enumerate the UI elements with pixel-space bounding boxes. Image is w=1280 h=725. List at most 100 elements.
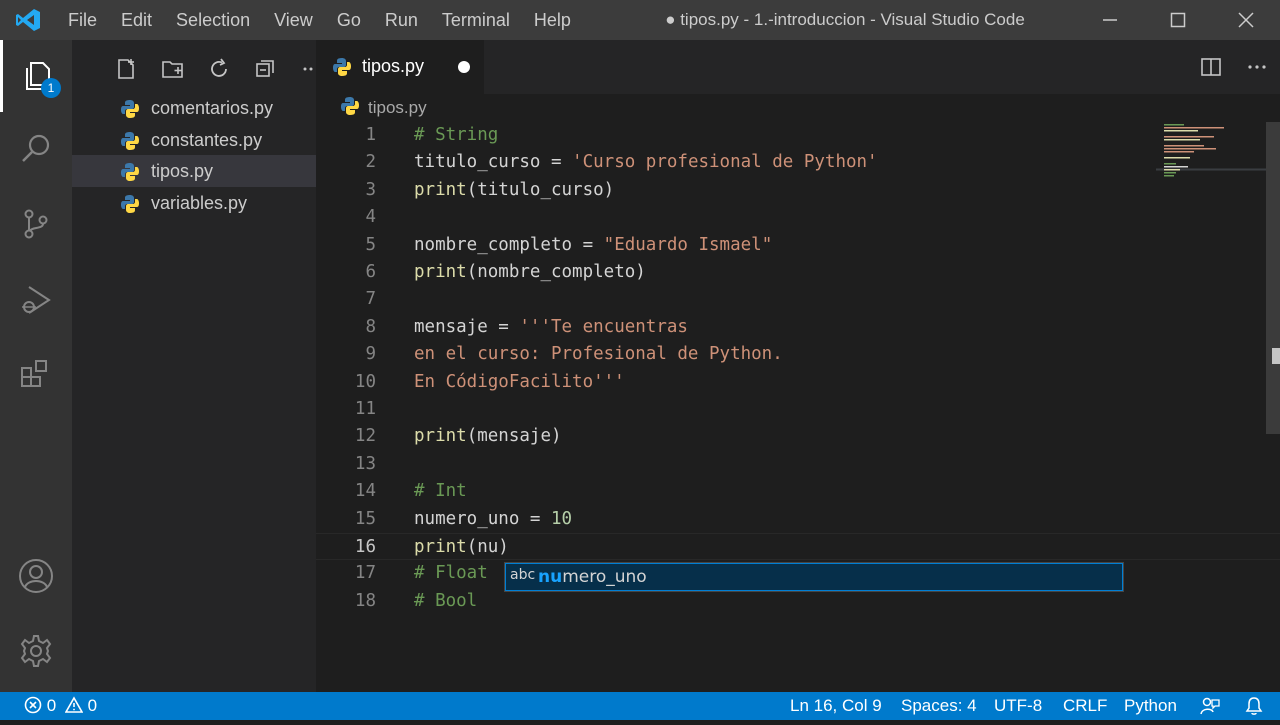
line-number: 6: [365, 262, 376, 282]
code-line[interactable]: 4: [316, 204, 1280, 231]
accounts-icon[interactable]: [0, 540, 72, 612]
menu-selection[interactable]: Selection: [164, 10, 262, 31]
settings-gear-icon[interactable]: [0, 615, 72, 687]
code-token: =: [519, 508, 551, 529]
code-line[interactable]: 15 numero_uno = 10: [316, 506, 1280, 533]
breadcrumb-python-icon: [340, 96, 360, 121]
line-text: numero_uno = 10: [414, 506, 572, 533]
line-text: en el curso: Profesional de Python.: [414, 341, 783, 368]
code-line[interactable]: 1 # String: [316, 122, 1280, 149]
code-line[interactable]: 5 nombre_completo = "Eduardo Ismael": [316, 232, 1280, 259]
code-token: =: [487, 316, 520, 337]
feedback-icon[interactable]: [1200, 696, 1220, 716]
code-line[interactable]: 2 titulo_curso = 'Curso profesional de Py…: [316, 149, 1280, 176]
line-text: nombre_completo = "Eduardo Ismael": [414, 232, 772, 259]
refresh-icon[interactable]: [204, 54, 234, 84]
code-line[interactable]: 3 print(titulo_curso): [316, 177, 1280, 204]
activity-bar: 1: [0, 40, 72, 692]
menu-file[interactable]: File: [56, 10, 109, 31]
tab-label: tipos.py: [362, 56, 425, 76]
vertical-scrollbar[interactable]: [1266, 122, 1280, 692]
explorer-file-name: variables.py: [151, 192, 248, 213]
notifications-bell-icon[interactable]: [1244, 696, 1264, 716]
problems-status[interactable]: 0 0: [24, 692, 97, 720]
collapse-all-icon[interactable]: [250, 54, 280, 84]
menu-edit[interactable]: Edit: [109, 10, 164, 31]
code-token: # Float: [414, 563, 488, 584]
line-text: print(nombre_completo): [414, 259, 646, 286]
explorer-file-item[interactable]: constantes.py: [72, 124, 316, 156]
menu-terminal[interactable]: Terminal: [430, 10, 522, 31]
minimize-button[interactable]: [1076, 0, 1144, 40]
python-file-icon: [120, 162, 140, 187]
code-line[interactable]: 6 print(nombre_completo): [316, 259, 1280, 286]
line-number: 2: [365, 152, 376, 173]
code-token: print: [414, 179, 467, 200]
code-token: print: [414, 426, 467, 447]
split-editor-icon[interactable]: [1188, 40, 1234, 94]
line-text: print(mensaje): [414, 423, 562, 450]
code-line[interactable]: 10 En CódigoFacilito''': [316, 369, 1280, 396]
code-token: mensaje: [414, 316, 488, 337]
tab-bar: tipos.py: [316, 40, 1280, 94]
title-bar: File Edit Selection View Go Run Terminal…: [0, 0, 1280, 40]
menu-run[interactable]: Run: [373, 10, 430, 31]
new-file-icon[interactable]: [112, 54, 142, 84]
tab-tipos-py[interactable]: tipos.py: [316, 40, 484, 94]
line-number: 13: [354, 453, 376, 474]
cursor-position[interactable]: Ln 16, Col 9: [790, 692, 882, 720]
suggestion-rest: mero_uno: [562, 567, 647, 587]
indentation[interactable]: Spaces: 4: [901, 692, 977, 720]
line-number: 9: [365, 344, 376, 365]
code-line[interactable]: 8 mensaje = '''Te encuentras: [316, 314, 1280, 341]
code-line[interactable]: 7: [316, 286, 1280, 313]
minimap[interactable]: [1156, 122, 1266, 182]
code-token: # String: [414, 125, 499, 145]
code-line[interactable]: 12 print(mensaje): [316, 423, 1280, 450]
warning-count: 0: [87, 696, 98, 715]
error-icon: [24, 696, 42, 714]
explorer-file-item[interactable]: comentarios.py: [72, 92, 316, 124]
line-number: 16: [354, 537, 376, 557]
encoding[interactable]: UTF-8: [994, 692, 1042, 720]
line-number: 4: [365, 207, 376, 228]
language-mode[interactable]: Python: [1124, 692, 1177, 720]
explorer-file-name: constantes.py: [151, 129, 263, 150]
explorer-icon[interactable]: 1: [0, 40, 72, 112]
code-token: (nu): [466, 537, 509, 557]
extensions-icon[interactable]: [0, 338, 72, 410]
vscode-logo-icon: [0, 0, 56, 40]
line-text: mensaje = '''Te encuentras: [414, 314, 688, 341]
code-line[interactable]: 14 # Int: [316, 478, 1280, 505]
end-of-line[interactable]: CRLF: [1063, 692, 1107, 720]
explorer-file-item[interactable]: tipos.py: [72, 155, 316, 187]
menu-bar: File Edit Selection View Go Run Terminal…: [56, 0, 583, 40]
code-token: (nombre_completo): [466, 262, 646, 282]
breadcrumb-file[interactable]: tipos.py: [368, 98, 427, 118]
editor-more-actions-icon[interactable]: [1234, 40, 1280, 94]
unsaved-dot-icon[interactable]: [458, 61, 470, 73]
python-file-icon: [120, 99, 140, 124]
editor-area: tipos.py tipos.py 1 # String 2 titulo_curso…: [316, 40, 1280, 692]
error-count: 0: [46, 696, 57, 715]
maximize-button[interactable]: [1144, 0, 1212, 40]
code-token: print: [414, 537, 467, 557]
line-number: 17: [354, 563, 376, 584]
source-control-icon[interactable]: [0, 188, 72, 260]
menu-view[interactable]: View: [262, 10, 325, 31]
code-token: '''Te encuentras: [519, 316, 688, 337]
code-line[interactable]: 9 en el curso: Profesional de Python.: [316, 341, 1280, 368]
explorer-file-item[interactable]: variables.py: [72, 187, 316, 219]
suggestion-item[interactable]: abc numero_uno: [505, 563, 1123, 591]
code-line[interactable]: 11: [316, 396, 1280, 423]
search-icon[interactable]: [0, 112, 72, 184]
menu-help[interactable]: Help: [522, 10, 583, 31]
close-button[interactable]: [1212, 0, 1280, 40]
menu-go[interactable]: Go: [325, 10, 373, 31]
scrollbar-thumb[interactable]: [1266, 122, 1280, 434]
code-line[interactable]: 16 print(nu): [316, 533, 1280, 561]
code-line[interactable]: 13: [316, 451, 1280, 478]
new-folder-icon[interactable]: [158, 54, 188, 84]
code-token: print: [414, 262, 467, 282]
run-debug-icon[interactable]: [0, 264, 72, 336]
